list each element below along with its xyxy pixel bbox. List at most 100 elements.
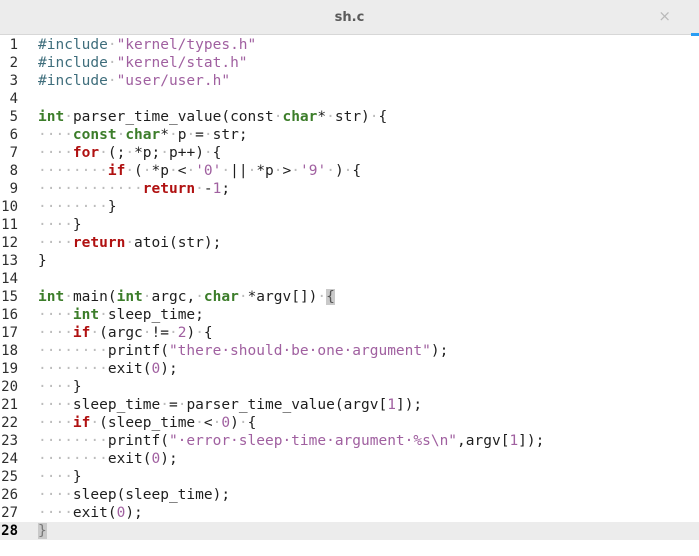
- code-token: "kernel/stat.h": [116, 55, 248, 71]
- code-token: ·: [221, 163, 231, 179]
- line-number: 4: [9, 91, 18, 107]
- code-line[interactable]: 17 ····if·(argc·!=·2)·{: [0, 324, 699, 342]
- code-token: =: [195, 127, 204, 143]
- code-token: ·: [168, 163, 178, 179]
- code-token: #include: [38, 73, 108, 89]
- code-line[interactable]: 16 ····int·sleep_time;: [0, 306, 699, 324]
- code-token: ·: [291, 163, 300, 179]
- line-code: int·parser_time_value(const·char*·str)·{: [38, 108, 387, 126]
- code-token: }: [72, 379, 82, 395]
- code-line[interactable]: 20 ····}: [0, 378, 699, 396]
- code-token: atoi(str);: [134, 235, 222, 251]
- code-token: int: [38, 109, 65, 125]
- code-line[interactable]: 12 ····return·atoi(str);: [0, 234, 699, 252]
- code-token: '0': [195, 163, 222, 179]
- line-number: 25: [1, 469, 18, 485]
- code-token: );: [160, 361, 178, 377]
- code-line[interactable]: 23 ········printf("·error·sleep·time·argu…: [0, 432, 699, 450]
- code-token: {: [247, 415, 257, 431]
- code-token: ·: [317, 289, 327, 305]
- code-token: "user/user.h": [116, 73, 231, 89]
- code-token: ····: [38, 325, 73, 341]
- code-line[interactable]: 9 ············return·-1;: [0, 180, 699, 198]
- code-line[interactable]: 10 ········}: [0, 198, 699, 216]
- code-line[interactable]: 2 #include·"kernel/stat.h": [0, 54, 699, 72]
- code-line[interactable]: 7 ····for·(;·*p;·p++)·{: [0, 144, 699, 162]
- code-line[interactable]: 8 ········if·(·*p·<·'0'·||·*p·>·'9'·)·{: [0, 162, 699, 180]
- code-token: 0: [116, 505, 126, 521]
- code-line[interactable]: 24 ········exit(0);: [0, 450, 699, 468]
- code-line[interactable]: 28}: [0, 522, 699, 540]
- code-token: ····: [38, 145, 73, 161]
- line-code: }: [38, 252, 47, 270]
- code-token: ········: [38, 343, 108, 359]
- code-line[interactable]: 4: [0, 90, 699, 108]
- code-token: '9': [300, 163, 327, 179]
- code-token: ,argv[: [457, 433, 510, 449]
- code-token: ·: [99, 145, 108, 161]
- code-token: "kernel/types.h": [116, 37, 257, 53]
- code-token: ·: [326, 163, 335, 179]
- code-line[interactable]: 15 int·main(int·argc,·char·*argv[])·{: [0, 288, 699, 306]
- code-token: for: [72, 145, 100, 161]
- line-code: ········}: [38, 198, 117, 216]
- code-token: ·: [273, 163, 283, 179]
- code-token: exit(: [107, 361, 152, 377]
- code-token: printf(: [107, 433, 169, 449]
- window-title: sh.c: [334, 10, 365, 25]
- code-token: *argv[]): [247, 289, 318, 305]
- code-token: }: [38, 523, 47, 539]
- code-line[interactable]: 19 ········exit(0);: [0, 360, 699, 378]
- code-line[interactable]: 26 ····sleep(sleep_time);: [0, 486, 699, 504]
- code-token: sleep(sleep_time);: [72, 487, 231, 503]
- code-token: ·: [369, 109, 379, 125]
- line-code: ····}: [38, 216, 82, 234]
- code-token: ·: [238, 289, 248, 305]
- code-line[interactable]: 22 ····if·(sleep_time·<·0)·{: [0, 414, 699, 432]
- code-line[interactable]: 25 ····}: [0, 468, 699, 486]
- code-token: =: [168, 397, 178, 413]
- code-line[interactable]: 13}: [0, 252, 699, 270]
- code-line[interactable]: 5 int·parser_time_value(const·char*·str)·…: [0, 108, 699, 126]
- code-editor[interactable]: 1 #include·"kernel/types.h" 2 #include·"ker…: [0, 36, 699, 556]
- line-number: 10: [1, 199, 18, 215]
- code-line[interactable]: 21 ····sleep_time·=·parser_time_value(arg…: [0, 396, 699, 414]
- code-token: ;: [221, 181, 231, 197]
- close-icon[interactable]: ×: [658, 0, 671, 33]
- line-code: ········exit(0);: [38, 450, 178, 468]
- code-token: ): [334, 163, 344, 179]
- line-number: 7: [9, 145, 18, 161]
- code-token: ····: [38, 307, 73, 323]
- code-token: ·: [195, 181, 204, 197]
- code-token: }: [107, 199, 117, 215]
- code-token: ): [230, 415, 239, 431]
- code-token: *p: [256, 163, 274, 179]
- code-token: (: [134, 163, 143, 179]
- code-line[interactable]: 14: [0, 270, 699, 288]
- code-line[interactable]: 1 #include·"kernel/types.h": [0, 36, 699, 54]
- code-line[interactable]: 27 ····exit(0);: [0, 504, 699, 522]
- code-token: 0: [151, 361, 161, 377]
- code-line[interactable]: 6 ····const·char*·p·=·str;: [0, 126, 699, 144]
- code-token: ········: [38, 361, 108, 377]
- code-token: ·: [116, 127, 126, 143]
- code-token: ·: [168, 127, 178, 143]
- code-token: *p: [151, 163, 169, 179]
- code-token: ····: [38, 235, 73, 251]
- code-token: }: [38, 253, 47, 269]
- line-code: ········printf("·error·sleep·time·argume…: [38, 432, 544, 450]
- code-token: ·: [195, 289, 204, 305]
- line-code: ····sleep_time·=·parser_time_value(argv[…: [38, 396, 422, 414]
- code-line[interactable]: 3 #include·"user/user.h": [0, 72, 699, 90]
- line-number: 17: [1, 325, 18, 341]
- code-token: #include: [38, 55, 108, 71]
- line-code: ············return·-1;: [38, 180, 230, 198]
- code-token: 1: [509, 433, 519, 449]
- code-line[interactable]: 11 ····}: [0, 216, 699, 234]
- code-token: ·: [142, 163, 152, 179]
- code-token: ·: [90, 325, 100, 341]
- line-number: 2: [9, 55, 18, 71]
- line-code: ····exit(0);: [38, 504, 143, 522]
- line-number: 9: [9, 181, 18, 197]
- code-line[interactable]: 18 ········printf("there·should·be·one·ar…: [0, 342, 699, 360]
